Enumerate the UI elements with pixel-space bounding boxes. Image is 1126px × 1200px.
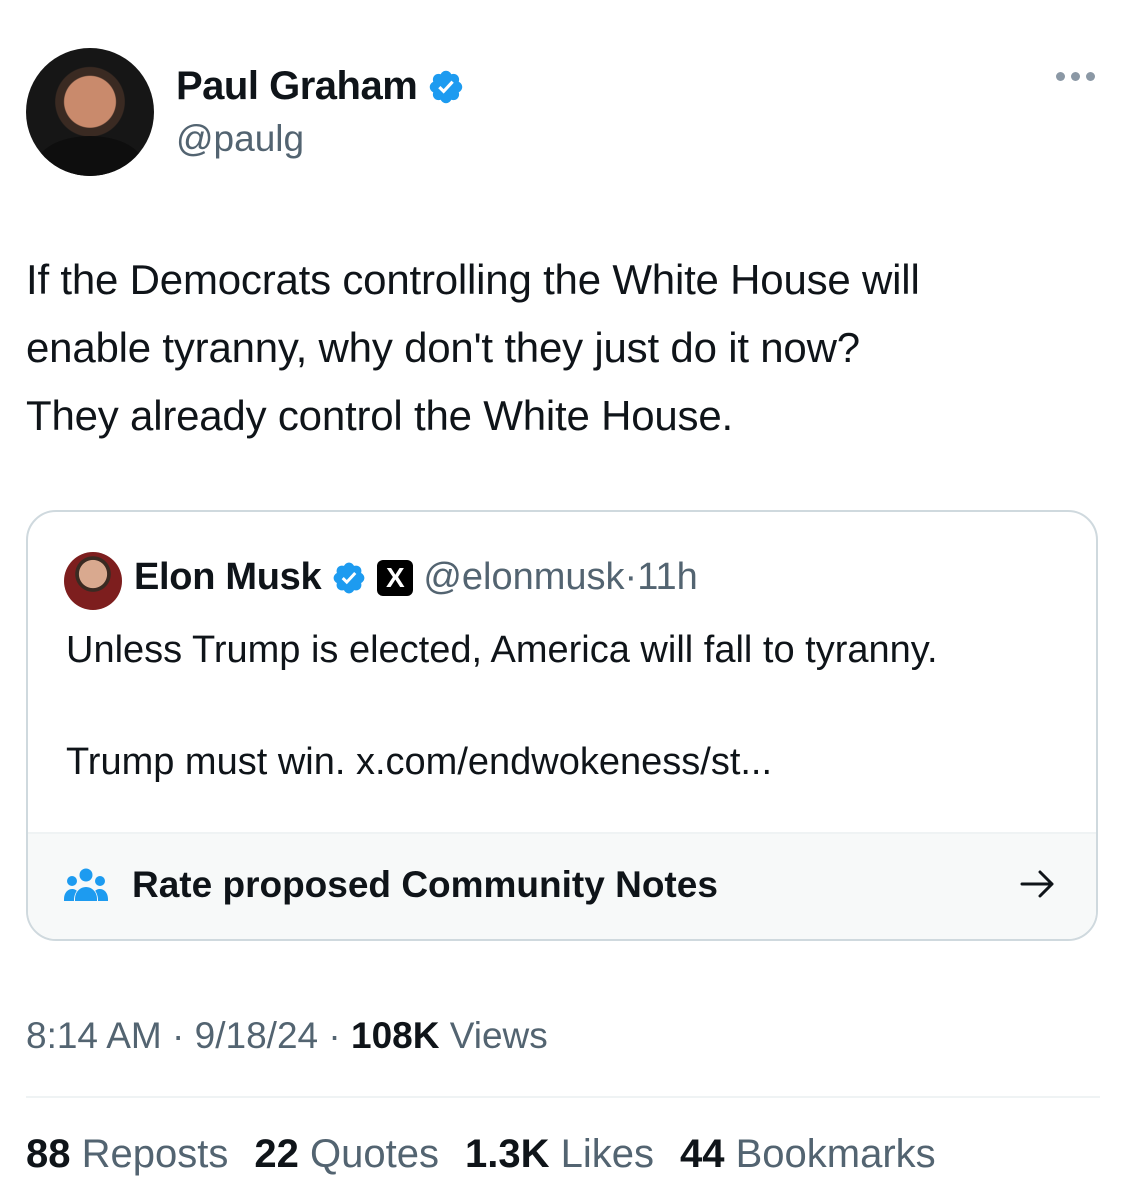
- quoted-author-row: Elon Musk X @elonmusk·11h: [134, 556, 698, 599]
- tweet-line: enable tyranny, why don't they just do i…: [26, 324, 860, 371]
- dot-separator: ·: [624, 556, 638, 598]
- author-handle[interactable]: @paulg: [176, 118, 304, 160]
- quoted-paragraph: Trump must win. x.com/endwokeness/st...: [66, 741, 773, 783]
- stat-label: Reposts: [81, 1132, 229, 1176]
- arrow-right-icon: [1020, 870, 1054, 898]
- stat-count: 22: [254, 1132, 299, 1176]
- author-name[interactable]: Paul Graham: [176, 64, 418, 109]
- dot-separator: ·: [172, 1015, 185, 1056]
- verified-badge-icon: [430, 70, 463, 103]
- stat-label: Bookmarks: [735, 1132, 936, 1176]
- community-notes-button[interactable]: Rate proposed Community Notes: [28, 832, 1096, 939]
- quoted-tweet-card[interactable]: Elon Musk X @elonmusk·11h Unless Trump i…: [26, 510, 1098, 941]
- views-label: Views: [449, 1015, 548, 1056]
- divider: [26, 1096, 1100, 1098]
- tweet-text: If the Democrats controlling the White H…: [26, 246, 1106, 450]
- community-notes-label: Rate proposed Community Notes: [132, 864, 718, 905]
- engagement-stats: 88 Reposts 22 Quotes 1.3K Likes 44 Bookm…: [26, 1132, 936, 1177]
- tweet-meta: 8:14 AM · 9/18/24 · 108K Views: [26, 1015, 548, 1057]
- quoted-author-name: Elon Musk: [134, 556, 322, 598]
- author-avatar[interactable]: [26, 48, 154, 176]
- verified-badge-icon: [333, 562, 365, 593]
- quoted-handle-text: @elonmusk: [423, 556, 625, 598]
- tweet-date[interactable]: 9/18/24: [195, 1015, 318, 1056]
- author-name-row: Paul Graham: [176, 64, 465, 109]
- stat-count: 88: [26, 1132, 71, 1176]
- tweet-line: They already control the White House.: [26, 392, 733, 439]
- likes-stat[interactable]: 1.3K Likes: [465, 1132, 654, 1177]
- stat-label: Likes: [560, 1132, 654, 1176]
- bookmarks-stat[interactable]: 44 Bookmarks: [680, 1132, 936, 1177]
- stat-label: Quotes: [310, 1132, 439, 1176]
- quoted-paragraph: Unless Trump is elected, America will fa…: [66, 629, 938, 671]
- community-notes-icon: [64, 868, 108, 901]
- tweet-line: If the Democrats controlling the White H…: [26, 256, 920, 303]
- x-logo-icon: X: [377, 559, 414, 596]
- quoted-author-avatar: [64, 552, 122, 610]
- tweet-time[interactable]: 8:14 AM: [26, 1015, 162, 1056]
- quoted-time: 11h: [637, 556, 698, 598]
- reposts-stat[interactable]: 88 Reposts: [26, 1132, 228, 1177]
- quoted-author-handle: @elonmusk·11h: [423, 556, 697, 599]
- stat-count: 44: [679, 1132, 725, 1176]
- views-count: 108K: [351, 1015, 440, 1056]
- stat-count: 1.3K: [464, 1132, 550, 1176]
- quoted-tweet-text: Unless Trump is elected, America will fa…: [66, 622, 1076, 790]
- more-options-icon[interactable]: [1056, 72, 1095, 81]
- quotes-stat[interactable]: 22 Quotes: [254, 1132, 439, 1177]
- dot-separator: ·: [328, 1015, 341, 1056]
